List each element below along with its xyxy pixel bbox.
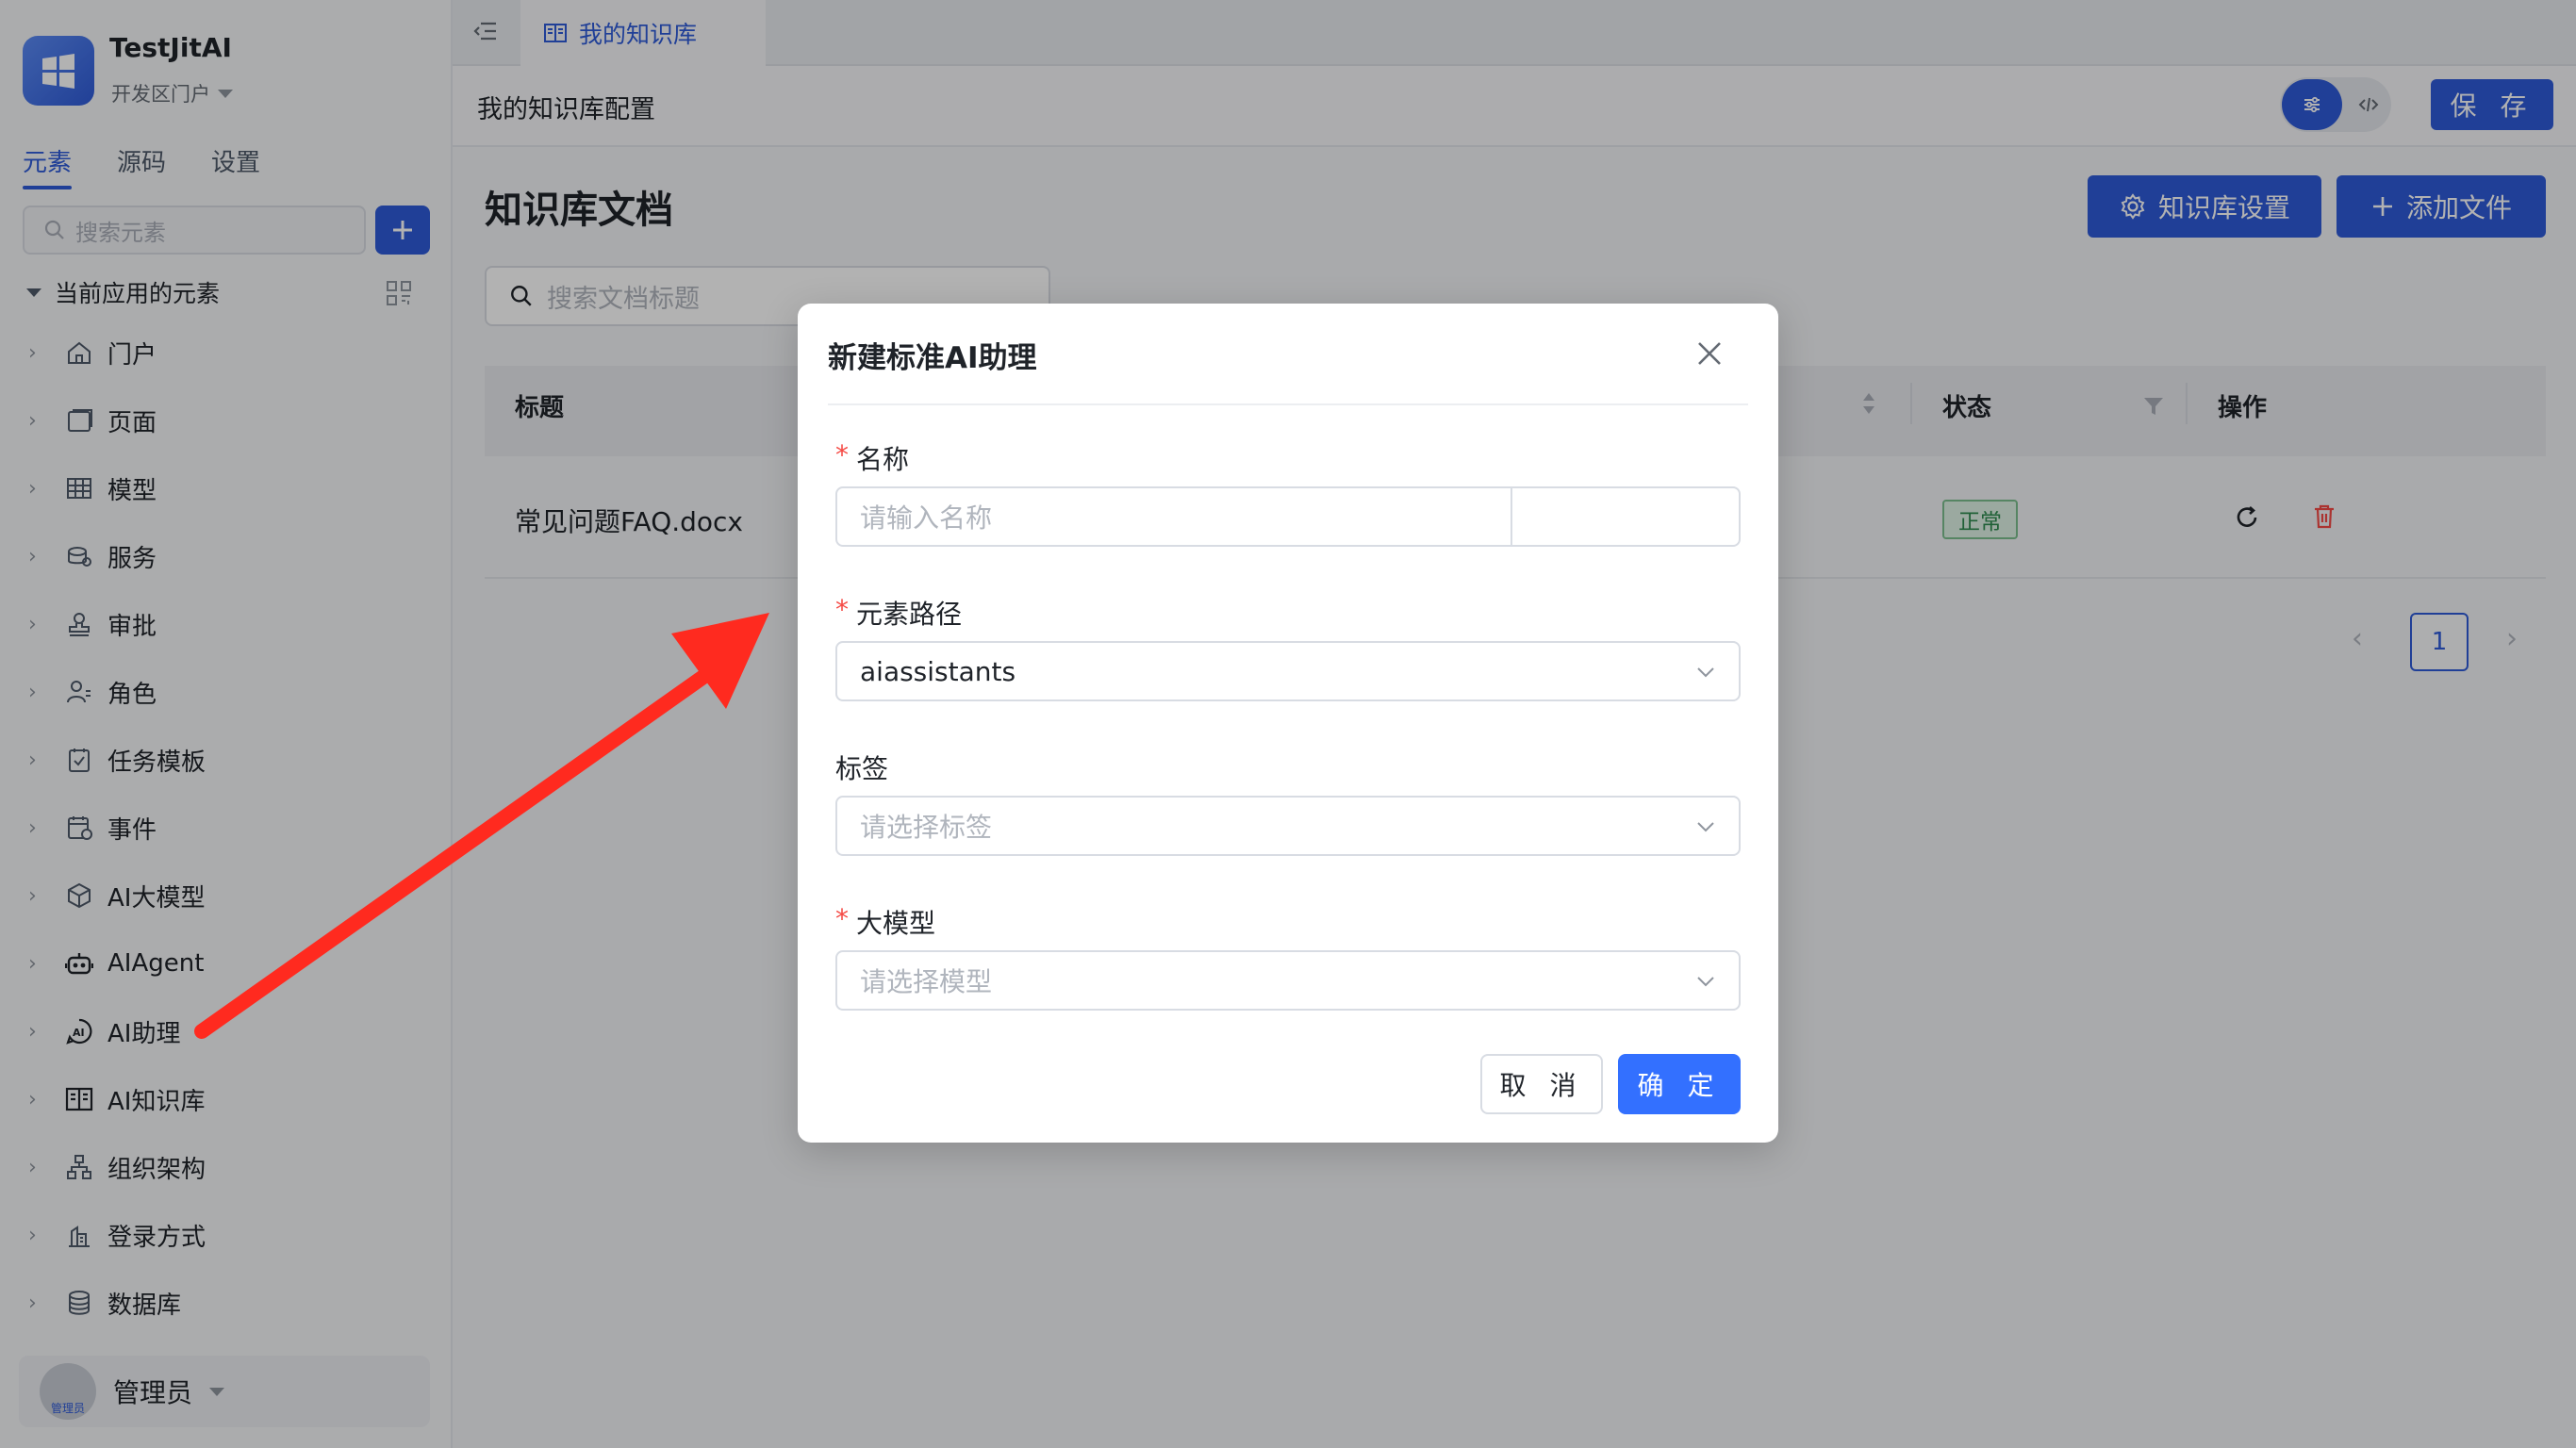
- name-input-divider: [1511, 486, 1512, 547]
- name-input[interactable]: 请输入名称: [835, 486, 1741, 547]
- model-label: * 大模型: [835, 903, 935, 941]
- model-placeholder: 请选择模型: [860, 966, 993, 997]
- close-icon[interactable]: [1693, 337, 1726, 373]
- path-label-text: 元素路径: [856, 599, 963, 630]
- required-mark: *: [835, 594, 849, 625]
- cancel-button[interactable]: 取 消: [1480, 1054, 1603, 1114]
- confirm-button[interactable]: 确 定: [1618, 1054, 1741, 1114]
- name-label-text: 名称: [856, 444, 910, 475]
- path-label: * 元素路径: [835, 594, 962, 632]
- path-value: aiassistants: [860, 655, 1016, 687]
- chevron-down-icon: [1697, 667, 1714, 678]
- required-mark: *: [835, 439, 849, 470]
- name-label: * 名称: [835, 439, 909, 477]
- dialog-divider: [828, 403, 1748, 405]
- chevron-down-icon: [1697, 822, 1714, 832]
- tags-placeholder: 请选择标签: [860, 812, 993, 843]
- tags-label-text: 标签: [835, 753, 889, 784]
- name-placeholder: 请输入名称: [860, 502, 993, 534]
- required-mark: *: [835, 903, 849, 934]
- tags-select[interactable]: 请选择标签: [835, 796, 1741, 856]
- chevron-down-icon: [1697, 977, 1714, 987]
- model-select[interactable]: 请选择模型: [835, 950, 1741, 1011]
- tags-label: 标签: [835, 749, 888, 786]
- element-path-select[interactable]: aiassistants: [835, 641, 1741, 701]
- dialog-title: 新建标准AI助理: [828, 341, 1037, 375]
- create-ai-assistant-dialog: [798, 304, 1778, 1143]
- model-label-text: 大模型: [856, 908, 936, 939]
